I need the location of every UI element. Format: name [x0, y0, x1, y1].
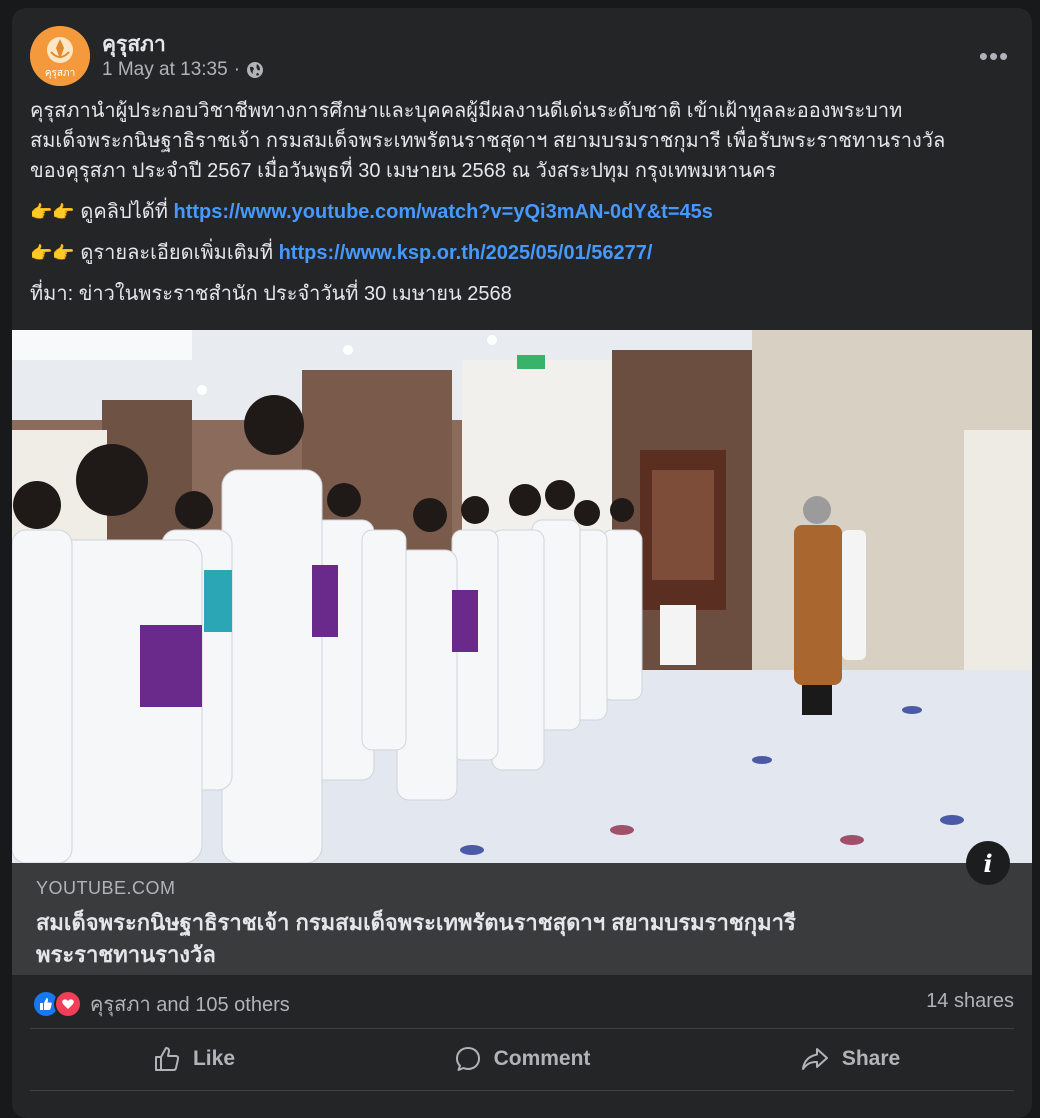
preview-title[interactable]: สมเด็จพระกนิษฐาธิราชเจ้า กรมสมเด็จพระเทพ…	[36, 907, 936, 971]
post-meta: 1 May at 13:35 ·	[102, 59, 264, 81]
paragraph-line: ของคุรุสภา ประจำปี 2567 เมื่อวันพุธที่ 3…	[30, 160, 777, 182]
meta-separator: ·	[233, 59, 241, 80]
avatar-label: คุรุสภา	[44, 68, 76, 79]
source-line: ที่มา: ข่าวในพระราชสำนัก ประจำวันที่ 30 …	[30, 283, 512, 305]
divider	[30, 1028, 1014, 1029]
pointing-hands-icon: 👉👉	[30, 243, 75, 263]
clip-line: 👉👉 ดูคลิปได้ที่ https://www.youtube.com/…	[30, 197, 1020, 227]
page-avatar[interactable]: คุรุสภา	[30, 26, 90, 86]
detail-line: 👉👉 ดูรายละเอียดเพิ่มเติมที่ https://www.…	[30, 238, 1020, 268]
share-label: Share	[841, 1047, 901, 1070]
globe-icon[interactable]	[246, 61, 264, 79]
shares-count[interactable]: 14 shares	[926, 990, 1014, 1013]
preview-title-line: สมเด็จพระกนิษฐาธิราชเจ้า กรมสมเด็จพระเทพ…	[36, 910, 796, 935]
comment-label: Comment	[493, 1047, 591, 1070]
clip-label: ดูคลิปได้ที่	[80, 201, 168, 223]
like-icon	[154, 1047, 180, 1071]
post-paragraph: คุรุสภานำผู้ประกอบวิชาชีพทางการศึกษาและบ…	[30, 96, 1020, 186]
more-options-button[interactable]: •••	[974, 36, 1014, 76]
pointing-hands-icon: 👉👉	[30, 202, 75, 222]
like-button[interactable]: Like	[30, 1030, 358, 1088]
youtube-link[interactable]: https://www.youtube.com/watch?v=yQi3mAN-…	[174, 201, 713, 223]
video-thumbnail[interactable]	[12, 330, 1032, 863]
reactions-summary[interactable]: คุรุสภา and 105 others	[32, 988, 290, 1020]
detail-label: ดูรายละเอียดเพิ่มเติมที่	[80, 242, 274, 264]
preview-domain: YOUTUBE.COM	[36, 878, 176, 898]
post-header: คุรุสภา คุรุสภา 1 May at 13:35 · •••	[30, 26, 1014, 90]
paragraph-line: คุรุสภานำผู้ประกอบวิชาชีพทางการศึกษาและบ…	[30, 100, 903, 122]
info-button[interactable]: i	[966, 841, 1010, 885]
engagement-bar: คุรุสภา and 105 others 14 shares	[30, 978, 1014, 1024]
comment-icon	[455, 1047, 480, 1071]
share-icon	[801, 1048, 828, 1070]
like-label: Like	[192, 1047, 236, 1070]
divider	[30, 1090, 1014, 1091]
post-timestamp[interactable]: 1 May at 13:35	[102, 59, 228, 81]
page-name[interactable]: คุรุสภา	[102, 28, 166, 61]
ceremony-photo	[12, 330, 1032, 863]
paragraph-line: สมเด็จพระกนิษฐาธิราชเจ้า กรมสมเด็จพระเทพ…	[30, 130, 946, 152]
link-preview[interactable]: i YOUTUBE.COM สมเด็จพระกนิษฐาธิราชเจ้า ก…	[12, 841, 1032, 975]
post-body: คุรุสภานำผู้ประกอบวิชาชีพทางการศึกษาและบ…	[30, 96, 1020, 320]
post-card: คุรุสภา คุรุสภา 1 May at 13:35 · ••• คุร…	[12, 8, 1032, 1118]
comment-button[interactable]: Comment	[358, 1030, 686, 1088]
share-button[interactable]: Share	[686, 1030, 1014, 1088]
ksp-link[interactable]: https://www.ksp.or.th/2025/05/01/56277/	[279, 242, 653, 264]
love-reaction-icon	[54, 990, 82, 1018]
action-bar: Like Comment Share	[30, 1030, 1014, 1088]
reactions-count[interactable]: คุรุสภา and 105 others	[90, 988, 290, 1020]
preview-title-line: พระราชทานรางวัล	[36, 942, 216, 967]
